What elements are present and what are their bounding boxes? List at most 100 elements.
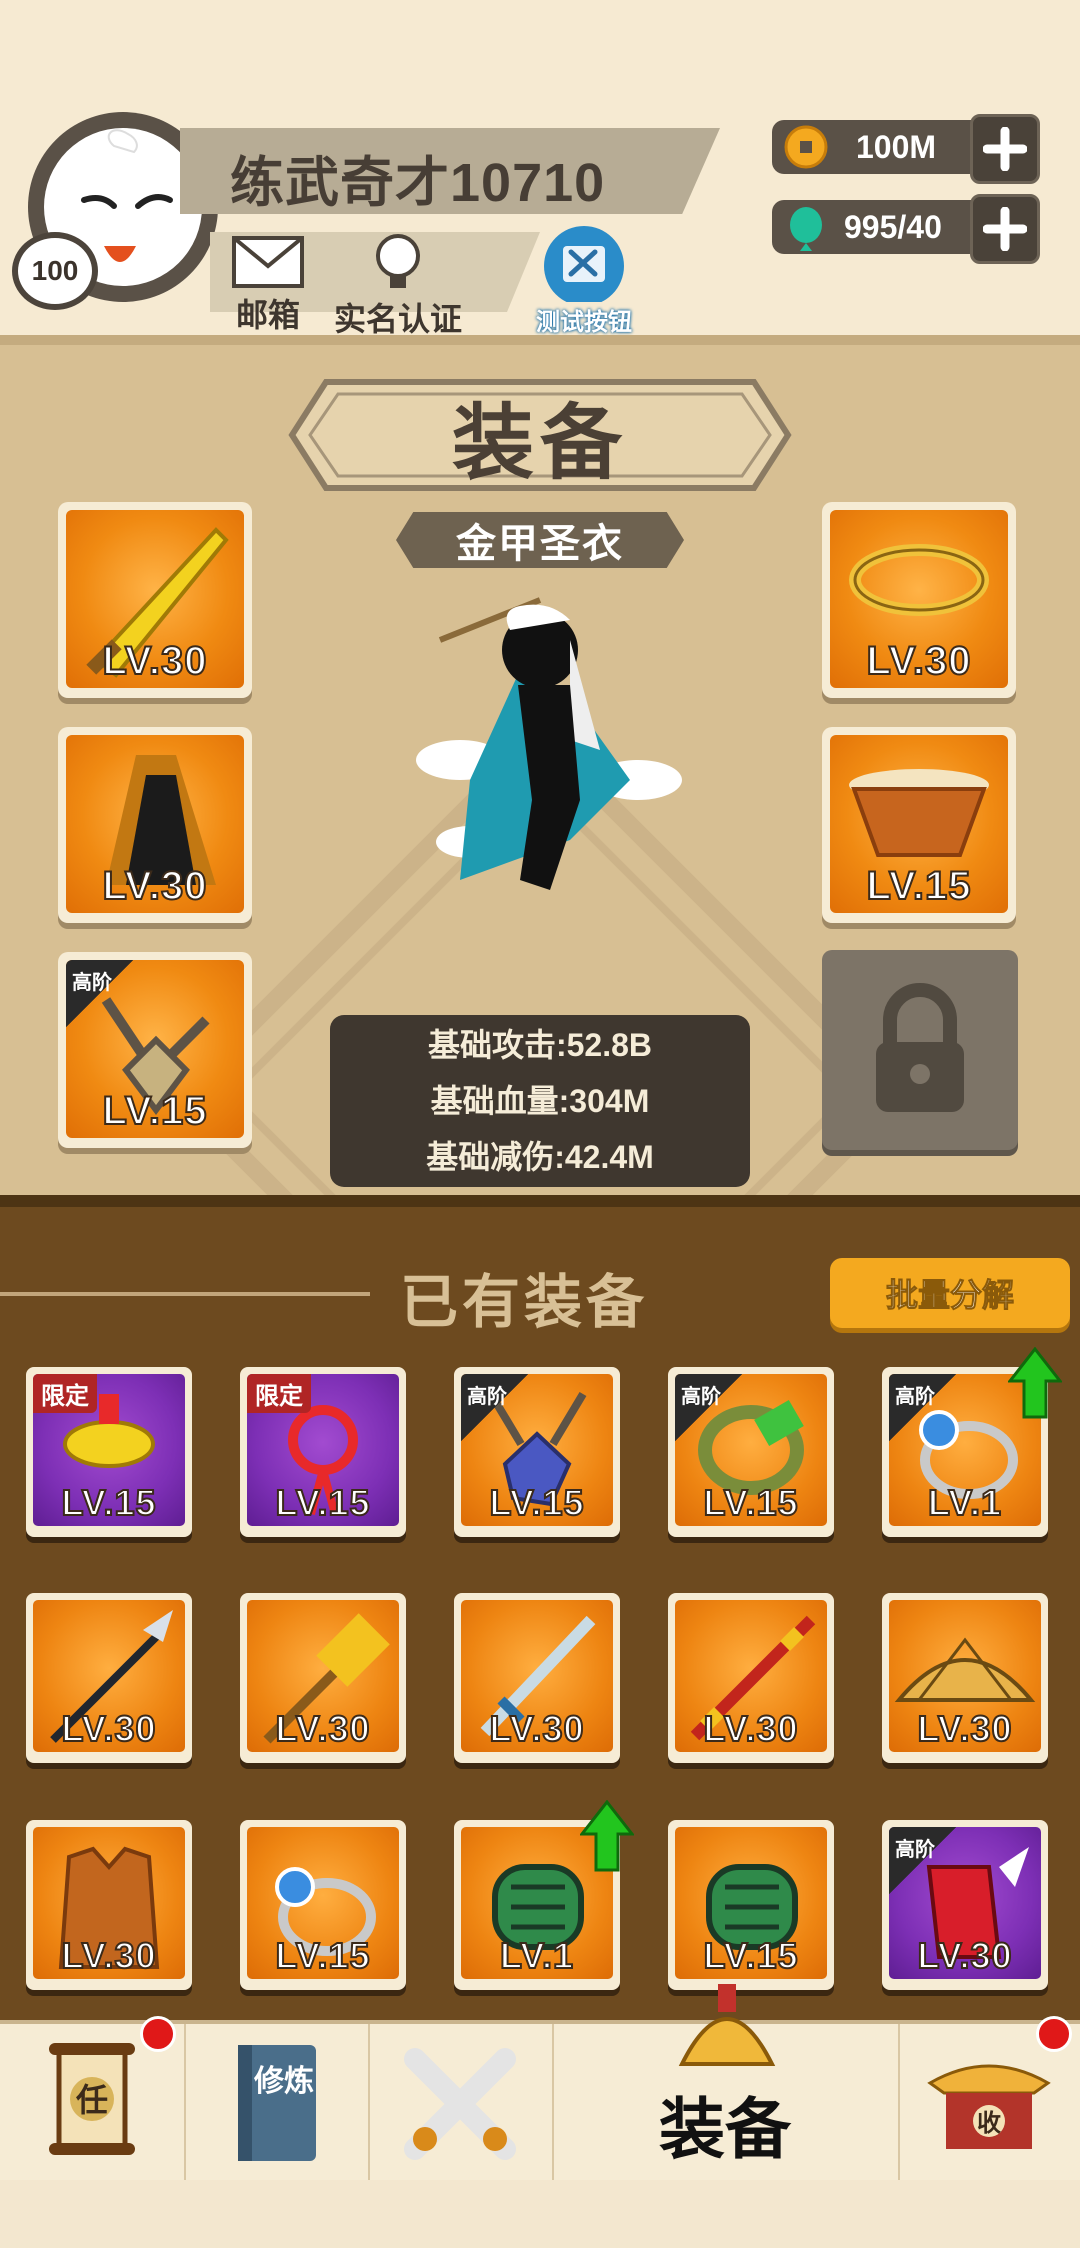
nav-tasks[interactable]: 任 <box>0 2016 186 2184</box>
gear-level: LV.15 <box>274 1481 371 1524</box>
nav-equipment-label: 装备 <box>659 2092 791 2166</box>
coin-counter: 100M <box>772 114 1042 184</box>
slot-background: LV.30 <box>66 510 244 688</box>
helmet-icon <box>678 1984 776 2066</box>
gear-level: LV.15 <box>702 1481 799 1524</box>
stat-hp: 基础血量:304M <box>430 1083 650 1119</box>
notification-dot <box>1036 2016 1072 2052</box>
tier-tag-label: 高阶 <box>895 1386 935 1408</box>
slot-level: LV.30 <box>865 638 972 684</box>
gear-level: LV.30 <box>916 1934 1013 1977</box>
test-button[interactable]: 测试按钮 <box>536 222 632 337</box>
owned-gear-item[interactable]: 高阶 LV.15 <box>668 1367 834 1537</box>
gear-background: 限定 LV.15 <box>247 1374 399 1526</box>
tier-tag-label: 高阶 <box>467 1386 507 1408</box>
owned-gear-item[interactable]: LV.30 <box>26 1820 192 1990</box>
equip-slot-amulet[interactable]: 高阶 LV.15 <box>58 952 252 1148</box>
jade-gem-icon <box>790 207 822 251</box>
lightbulb-icon <box>376 234 420 288</box>
gem-counter: 995/40 <box>772 194 1042 264</box>
owned-gear-item[interactable]: 高阶 LV.30 <box>882 1820 1048 1990</box>
gear-background: LV.30 <box>461 1600 613 1752</box>
base-stats-box: 基础攻击:52.8B 基础血量:304M 基础减伤:42.4M <box>330 1015 750 1187</box>
coin-icon <box>784 125 828 169</box>
stat-reduction: 基础减伤:42.4M <box>426 1139 654 1175</box>
slot-level: LV.15 <box>865 863 972 909</box>
owned-gear-title: 已有装备 <box>400 1270 649 1335</box>
limited-tag: 限定 <box>247 1374 311 1413</box>
padlock-icon <box>876 983 964 1112</box>
envelope-icon <box>232 236 304 288</box>
bottom-nav: 任 修炼 装备 收 <box>0 1984 1080 2184</box>
owned-gear-item[interactable]: LV.15 <box>668 1820 834 1990</box>
scroll-task-icon: 任 <box>49 2043 135 2155</box>
owned-gear-item[interactable]: LV.15 <box>240 1820 406 1990</box>
owned-gear-item[interactable]: LV.30 <box>454 1593 620 1763</box>
nav-battle[interactable] <box>368 2024 554 2184</box>
upgrade-arrow-icon <box>578 1799 636 1872</box>
owned-gear-item[interactable]: LV.30 <box>882 1593 1048 1763</box>
coin-amount: 100M <box>856 128 937 165</box>
add-gems-button[interactable] <box>970 194 1040 264</box>
owned-gear-item[interactable]: 高阶 LV.15 <box>454 1367 620 1537</box>
slot-level: LV.15 <box>101 1088 208 1134</box>
training-book-icon: 修炼 <box>238 2045 316 2161</box>
slot-background: 高阶 LV.15 <box>66 960 244 1138</box>
nav-training[interactable]: 修炼 <box>184 2024 370 2184</box>
pavilion-icon: 收 <box>927 2064 1051 2149</box>
player-name: 练武奇才10710 <box>230 153 606 213</box>
nav-collection[interactable]: 收 <box>898 2016 1080 2184</box>
locked-slot[interactable] <box>822 950 1018 1150</box>
slot-background: LV.30 <box>66 735 244 913</box>
plus-icon <box>983 207 1027 251</box>
equip-slot-hat[interactable]: LV.15 <box>822 727 1016 923</box>
gear-background: LV.15 <box>675 1827 827 1979</box>
plus-icon <box>983 127 1027 171</box>
notification-dot <box>140 2016 176 2052</box>
verify-button[interactable]: 实名认证 <box>334 232 462 340</box>
set-name: 金甲圣衣 <box>456 522 624 566</box>
gear-level: LV.1 <box>499 1934 575 1977</box>
gear-level: LV.15 <box>274 1934 371 1977</box>
test-label: 测试按钮 <box>536 309 632 336</box>
gear-background: LV.30 <box>889 1600 1041 1752</box>
slot-level: LV.30 <box>101 638 208 684</box>
gear-level: LV.30 <box>274 1707 371 1750</box>
collect-char: 收 <box>977 2110 1001 2137</box>
equip-slot-weapon[interactable]: LV.30 <box>58 502 252 698</box>
tier-tag-label: 高阶 <box>681 1386 721 1408</box>
system-bar-area <box>0 2180 1080 2248</box>
gear-level: LV.1 <box>927 1481 1003 1524</box>
owned-gear-item[interactable]: LV.1 <box>454 1799 636 1990</box>
gear-level: LV.15 <box>702 1934 799 1977</box>
gear-level: LV.30 <box>488 1707 585 1750</box>
gear-background: 高阶 LV.30 <box>889 1827 1041 1979</box>
gear-background: LV.30 <box>33 1827 185 1979</box>
gear-level: LV.30 <box>60 1707 157 1750</box>
owned-gear-item[interactable]: LV.30 <box>668 1593 834 1763</box>
gear-background: 限定 LV.15 <box>33 1374 185 1526</box>
owned-gear-item[interactable]: 高阶 LV.1 <box>882 1346 1064 1537</box>
equip-slot-cloak[interactable]: LV.30 <box>58 727 252 923</box>
slot-background: LV.30 <box>830 510 1008 688</box>
task-char: 任 <box>76 2082 108 2118</box>
crossed-swords-icon <box>404 2048 516 2160</box>
gear-level: LV.15 <box>488 1481 585 1524</box>
gear-background: LV.30 <box>33 1600 185 1752</box>
mail-label: 邮箱 <box>235 297 300 333</box>
gem-amount: 995/40 <box>844 208 942 245</box>
limited-tag: 限定 <box>33 1374 97 1413</box>
equip-slot-headband[interactable]: LV.30 <box>822 502 1016 698</box>
tier-tag-label: 高阶 <box>895 1839 935 1861</box>
slot-background: LV.15 <box>830 735 1008 913</box>
owned-gear-item[interactable]: LV.30 <box>26 1593 192 1763</box>
owned-gear-item[interactable]: 限定 LV.15 <box>26 1367 192 1537</box>
owned-gear-item[interactable]: LV.30 <box>240 1593 406 1763</box>
nav-equipment[interactable]: 装备 <box>552 1984 900 2184</box>
gear-level: LV.15 <box>60 1481 157 1524</box>
upgrade-arrow-icon <box>1006 1346 1064 1419</box>
batch-dismantle-button[interactable]: 批量分解 <box>830 1258 1070 1328</box>
add-coins-button[interactable] <box>970 114 1040 184</box>
mail-button[interactable]: 邮箱 <box>232 236 304 336</box>
owned-gear-item[interactable]: 限定 LV.15 <box>240 1367 406 1537</box>
